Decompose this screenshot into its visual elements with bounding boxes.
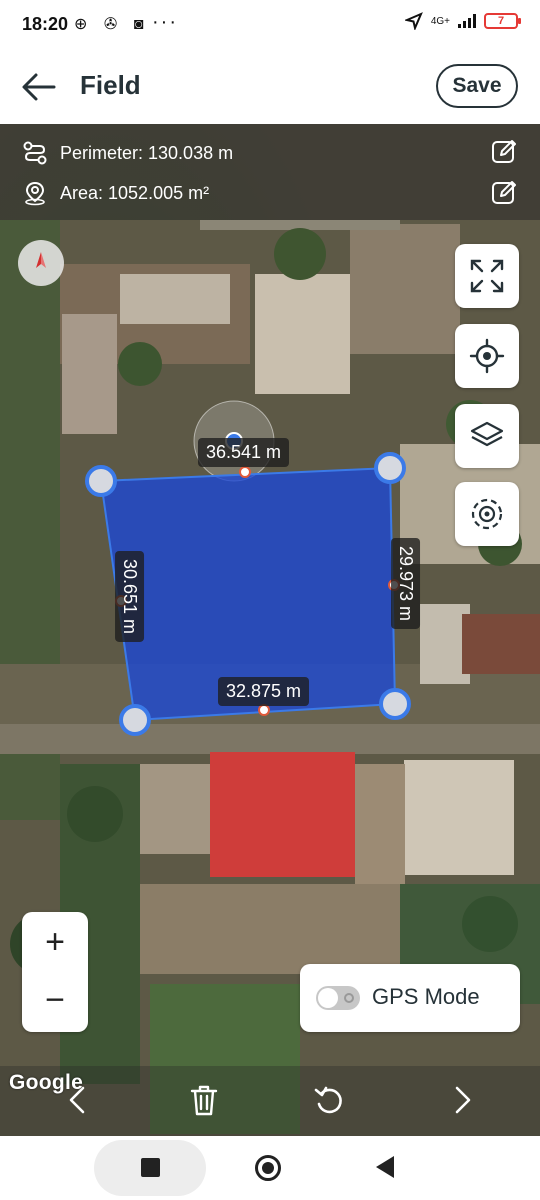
edge-length-left: 30.651 m [115, 550, 145, 643]
toggle-off-indicator [344, 993, 354, 1003]
status-more-icon: ··· [152, 11, 178, 33]
gps-mode-label: GPS Mode [372, 984, 480, 1009]
perimeter-row: Perimeter: 130.038 m [22, 138, 233, 168]
zoom-in-button[interactable]: + [22, 912, 88, 972]
back-triangle-icon[interactable] [376, 1156, 394, 1178]
toggle-knob [318, 988, 338, 1008]
point-mode-button[interactable] [455, 482, 519, 546]
back-arrow-icon[interactable] [20, 68, 58, 106]
signal-icon [458, 14, 476, 28]
edit-perimeter-icon[interactable] [490, 138, 518, 166]
edit-area-icon[interactable] [490, 179, 518, 207]
vertex-handle [119, 704, 151, 736]
location-arrow-icon [404, 12, 423, 30]
map-layers-button[interactable] [455, 404, 519, 468]
layers-icon [470, 421, 504, 447]
perimeter-value: Perimeter: 130.038 m [60, 142, 234, 163]
home-circle-icon[interactable] [255, 1155, 281, 1181]
area-row: Area: 1052.005 m² [22, 178, 209, 208]
gps-mode-toggle[interactable] [316, 986, 360, 1010]
system-nav-bar [0, 1136, 540, 1200]
route-icon [23, 141, 47, 165]
compass-button[interactable] [18, 240, 64, 286]
compass-icon [36, 252, 46, 268]
edge-length-bottom: 32.875 m [218, 677, 310, 706]
chevron-right-icon[interactable] [444, 1082, 480, 1118]
target-dashed-icon [471, 498, 503, 530]
measurement-panel: Perimeter: 130.038 m Area: 1052.005 m² [0, 124, 540, 220]
app-header: Field Save [0, 50, 540, 124]
save-button[interactable]: Save [436, 64, 518, 108]
edge-midpoint-bottom [258, 704, 270, 716]
zoom-controls: + − [22, 912, 88, 1032]
google-attribution: Google [9, 1071, 84, 1094]
zoom-out-button[interactable]: − [22, 970, 88, 1030]
status-bar: 18:20 ⊕ ✇ ◙ ··· 4G+ 7 [0, 0, 540, 50]
area-pin-icon [25, 181, 45, 206]
map-view[interactable]: 36.541 m 32.875 m 30.651 m 29.973 m Peri… [0, 124, 540, 1136]
page-title: Field [80, 70, 141, 100]
expand-icon [470, 259, 504, 293]
edge-length-right: 29.973 m [391, 537, 421, 630]
edge-length-top: 36.541 m [198, 438, 290, 467]
recents-square-icon[interactable] [141, 1158, 160, 1177]
undo-icon[interactable] [312, 1082, 348, 1118]
my-location-button[interactable] [455, 324, 519, 388]
vertex-handle [374, 452, 406, 484]
status-notification-icons: ⊕ ✇ ◙ [74, 16, 150, 33]
crosshair-icon [469, 338, 505, 374]
network-type: 4G+ [430, 15, 450, 27]
edge-midpoint-top [239, 466, 251, 478]
battery-icon: 7 [484, 13, 521, 29]
vertex-handle [85, 465, 117, 497]
status-time: 18:20 [22, 14, 69, 34]
area-value: Area: 1052.005 m² [60, 182, 210, 203]
gps-mode-card: GPS Mode [300, 964, 520, 1032]
vertex-handle [379, 688, 411, 720]
trash-icon[interactable] [186, 1082, 222, 1118]
status-right-icons: 4G+ 7 [404, 12, 521, 30]
fullscreen-button[interactable] [455, 244, 519, 308]
